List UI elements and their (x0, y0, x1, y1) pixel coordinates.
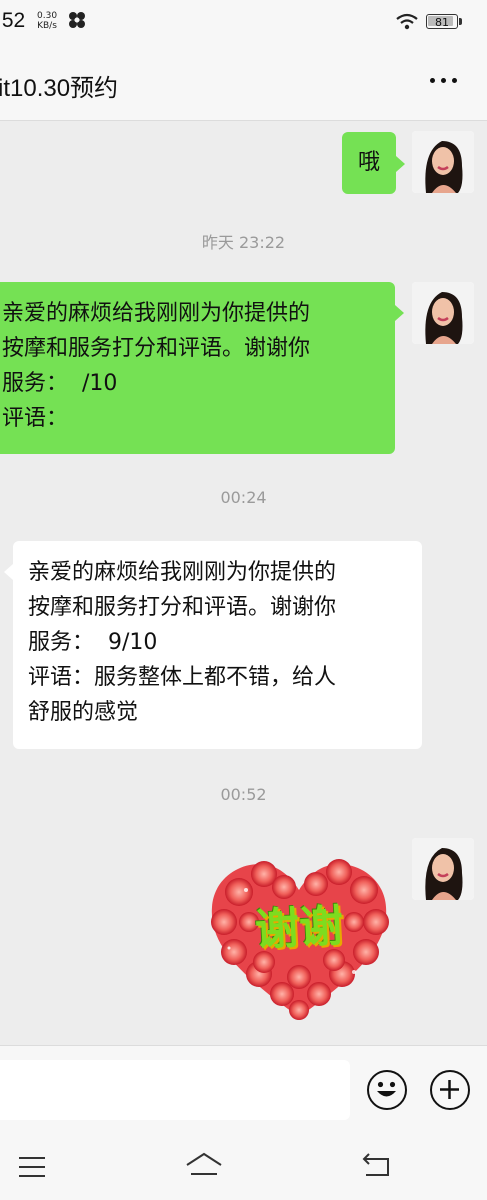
message-line: 亲爱的麻烦给我刚刚为你提供的 (28, 560, 337, 585)
received-message-bubble[interactable]: 亲爱的麻烦给我刚刚为你提供的 按摩和服务打分和评语。谢谢你 服务： 9/10 评… (13, 541, 422, 749)
system-nav-bar (0, 1130, 487, 1200)
sent-message-bubble[interactable]: 亲爱的麻烦给我刚刚为你提供的 按摩和服务打分和评语。谢谢你 服务： /10 评语… (0, 282, 395, 454)
message-timestamp: 00:24 (220, 488, 267, 507)
battery-tip (459, 18, 462, 25)
message-line: 亲爱的麻烦给我刚刚为你提供的 (2, 301, 311, 326)
avatar[interactable] (412, 282, 474, 344)
status-time: :52 (0, 9, 26, 32)
emoji-icon[interactable] (367, 1070, 407, 1110)
bubble-tail (395, 305, 404, 321)
avatar[interactable] (412, 838, 474, 900)
message-line: 评语： (2, 406, 69, 431)
chat-title: it10.30预约 (0, 75, 119, 102)
home-icon[interactable] (185, 1152, 223, 1182)
bubble-tail (4, 564, 13, 580)
heart-roses-sticker[interactable]: 谢谢 (204, 852, 394, 1022)
avatar[interactable] (412, 131, 474, 193)
message-line: 评语：服务整体上都不错，给人 (28, 665, 337, 690)
sent-message-bubble[interactable]: 哦 (342, 132, 397, 194)
network-speed: 0.30 KB/s (37, 11, 57, 31)
input-bar (0, 1045, 487, 1131)
sticker-text: 谢谢 (253, 900, 345, 957)
network-speed-value: 0.30 (37, 11, 58, 21)
message-timestamp: 00:52 (220, 785, 267, 804)
wifi-icon (395, 12, 419, 36)
status-bar: :52 0.30 KB/s 81 (0, 0, 487, 44)
network-speed-unit: KB/s (37, 21, 57, 31)
battery-level: 81 (435, 16, 449, 29)
plus-icon[interactable] (430, 1070, 470, 1110)
more-options-icon[interactable] (428, 64, 460, 96)
app-notification-icon (68, 11, 86, 33)
bubble-tail (396, 156, 405, 172)
message-line: 服务： /10 (2, 371, 118, 396)
message-input[interactable] (0, 1060, 350, 1120)
message-timestamp: 昨天 23:22 (201, 233, 286, 252)
message-line: 服务： 9/10 (28, 630, 158, 655)
battery-icon: 81 (426, 14, 458, 29)
back-icon[interactable] (362, 1152, 392, 1182)
message-line: 按摩和服务打分和评语。谢谢你 (2, 336, 311, 361)
message-line: 按摩和服务打分和评语。谢谢你 (28, 595, 337, 620)
message-line: 舒服的感觉 (28, 700, 139, 725)
chat-header: it10.30预约 (0, 44, 487, 121)
message-line: 哦 (358, 150, 381, 175)
menu-icon[interactable] (18, 1156, 46, 1182)
